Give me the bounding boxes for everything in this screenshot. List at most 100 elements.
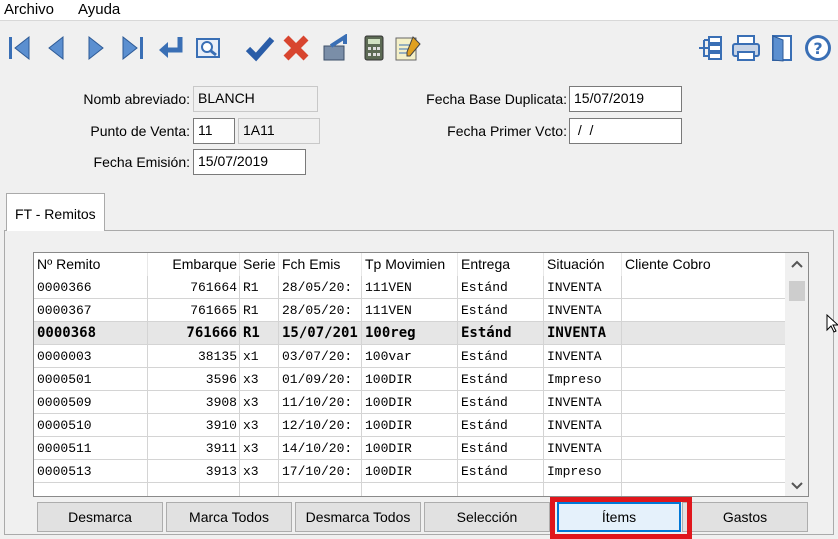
col-header-tp-movimien[interactable]: Tp Movimien [362, 253, 458, 276]
col-header-serie[interactable]: Serie [240, 253, 279, 276]
tree-icon[interactable] [694, 31, 726, 65]
remitos-grid: Nº Remito Embarque Serie Fch Emis Tp Movimie… [33, 252, 809, 497]
cell-cliente-cobro [622, 368, 786, 391]
seleccion-button[interactable]: Selección [424, 502, 550, 532]
scroll-down-icon[interactable] [791, 481, 803, 491]
cell-entrega: Estánd [458, 368, 544, 391]
cell-situacion: Impreso [544, 368, 622, 391]
gastos-button[interactable]: Gastos [682, 502, 808, 532]
menu-archivo[interactable]: Archivo [4, 1, 54, 18]
cell-cliente-cobro [622, 345, 786, 368]
col-header-embarque[interactable]: Embarque [148, 253, 240, 276]
cell-entrega: Estánd [458, 391, 544, 414]
cell-situacion: INVENTA [544, 391, 622, 414]
notes-icon[interactable] [392, 31, 424, 65]
help-icon[interactable]: ? [802, 31, 834, 65]
cell-situacion: INVENTA [544, 276, 622, 299]
cell-nro-remito: 0000513 [34, 460, 148, 483]
cell-entrega: Estánd [458, 414, 544, 437]
exit-door-icon[interactable] [766, 31, 798, 65]
cell-fch-emis: 28/05/20: [279, 276, 362, 299]
marca-todos-button[interactable]: Marca Todos [166, 502, 292, 532]
cell-situacion: INVENTA [544, 414, 622, 437]
col-header-cliente-cobro[interactable]: Cliente Cobro [622, 253, 786, 276]
scroll-thumb[interactable] [789, 281, 805, 301]
fecha-primer-vcto-input[interactable]: / / [569, 118, 682, 144]
cell-nro-remito: 0000509 [34, 391, 148, 414]
table-row[interactable]: 0000510 3910 x3 12/10/20: 100DIR Estánd INVENT… [34, 414, 786, 437]
cell-situacion: INVENTA [544, 437, 622, 460]
table-row[interactable]: 0000368 761666 R1 15/07/201 100reg Estánd INVE… [34, 322, 786, 345]
col-header-situacion[interactable]: Situación [544, 253, 622, 276]
fecha-primer-vcto-label: Fecha Primer Vcto: [447, 123, 567, 139]
col-header-nro-remito[interactable]: Nº Remito [34, 253, 148, 276]
desmarca-button[interactable]: Desmarca [37, 502, 163, 532]
cell-cliente-cobro [622, 437, 786, 460]
cell-entrega: Estánd [458, 345, 544, 368]
cell-entrega: Estánd [458, 460, 544, 483]
items-highlight-box [550, 497, 692, 539]
desmarca-todos-button[interactable]: Desmarca Todos [295, 502, 421, 532]
cell-entrega: Estánd [458, 276, 544, 299]
cell-nro-remito: 0000510 [34, 414, 148, 437]
vertical-scrollbar[interactable] [785, 253, 808, 496]
cell-serie: x3 [240, 391, 279, 414]
cell-embarque: 38135 [148, 345, 240, 368]
col-header-fch-emis[interactable]: Fch Emis [279, 253, 362, 276]
punto-venta-desc: 1A11 [238, 118, 320, 144]
table-row[interactable]: 0000367 761665 R1 28/05/20: 111VEN Estánd INVE… [34, 299, 786, 322]
tab-ft-remitos[interactable]: FT - Remitos [6, 193, 105, 231]
cell-fch-emis: 14/10/20: [279, 437, 362, 460]
cell-embarque: 3908 [148, 391, 240, 414]
cell-nro-remito: 0000511 [34, 437, 148, 460]
fecha-emision-label: Fecha Emisión: [93, 154, 190, 170]
next-record-icon[interactable] [80, 31, 112, 65]
empty-cell [544, 483, 622, 496]
cell-embarque: 3596 [148, 368, 240, 391]
cell-cliente-cobro [622, 322, 786, 345]
scroll-up-icon[interactable] [791, 259, 803, 269]
empty-cell [622, 483, 786, 496]
cell-cliente-cobro [622, 391, 786, 414]
punto-venta-input[interactable]: 11 [193, 118, 235, 144]
cell-entrega: Estánd [458, 299, 544, 322]
table-row[interactable]: 0000501 3596 x3 01/09/20: 100DIR Estánd Impres… [34, 368, 786, 391]
print-icon[interactable] [730, 31, 762, 65]
export-icon[interactable] [320, 31, 352, 65]
empty-cell [279, 483, 362, 496]
confirm-icon[interactable] [244, 31, 276, 65]
last-record-icon[interactable] [116, 31, 148, 65]
cell-situacion: Impreso [544, 460, 622, 483]
empty-cell [148, 483, 240, 496]
cell-serie: R1 [240, 276, 279, 299]
calculator-icon[interactable] [358, 31, 390, 65]
svg-text:?: ? [813, 39, 822, 58]
preview-icon[interactable] [192, 31, 224, 65]
cell-tp-movimien: 100DIR [362, 368, 458, 391]
cell-tp-movimien: 100var [362, 345, 458, 368]
table-row[interactable]: 0000513 3913 x3 17/10/20: 100DIR Estánd Impres… [34, 460, 786, 483]
cancel-icon[interactable] [280, 31, 312, 65]
fecha-base-input[interactable]: 15/07/2019 [569, 86, 682, 112]
cell-serie: x1 [240, 345, 279, 368]
prev-record-icon[interactable] [40, 31, 72, 65]
table-row[interactable]: 0000509 3908 x3 11/10/20: 100DIR Estánd INVENT… [34, 391, 786, 414]
fecha-emision-input[interactable]: 15/07/2019 [193, 149, 306, 175]
cell-fch-emis: 03/07/20: [279, 345, 362, 368]
nomb-abreviado-field: BLANCH [193, 86, 318, 112]
cell-tp-movimien: 100reg [362, 322, 458, 345]
col-header-entrega[interactable]: Entrega [458, 253, 544, 276]
table-row[interactable]: 0000003 38135 x1 03/07/20: 100var Estánd INVEN… [34, 345, 786, 368]
menu-ayuda[interactable]: Ayuda [78, 1, 120, 18]
table-row[interactable]: 0000511 3911 x3 14/10/20: 100DIR Estánd INVENT… [34, 437, 786, 460]
return-icon[interactable] [155, 31, 187, 65]
table-row[interactable]: 0000366 761664 R1 28/05/20: 111VEN Estánd INVE… [34, 276, 786, 299]
toolbar: ? [0, 20, 838, 76]
cell-embarque: 761665 [148, 299, 240, 322]
fecha-base-label: Fecha Base Duplicata: [426, 91, 567, 107]
first-record-icon[interactable] [4, 31, 36, 65]
cell-cliente-cobro [622, 414, 786, 437]
cell-fch-emis: 28/05/20: [279, 299, 362, 322]
cell-tp-movimien: 111VEN [362, 299, 458, 322]
punto-venta-label: Punto de Venta: [90, 123, 190, 139]
